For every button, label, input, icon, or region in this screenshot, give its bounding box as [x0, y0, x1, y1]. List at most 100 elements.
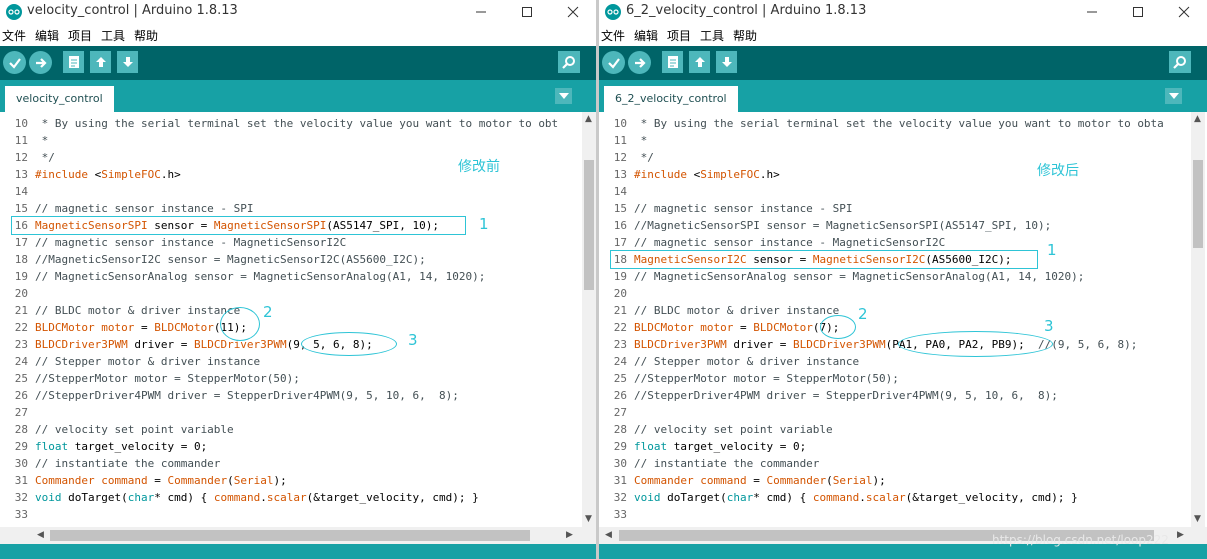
horizontal-scroll-thumb[interactable]	[50, 530, 530, 541]
code-editor[interactable]: 10 * By using the serial terminal set th…	[599, 112, 1191, 527]
annotation-after: 修改后	[1037, 163, 1079, 179]
upload-arrow-icon[interactable]	[29, 51, 52, 74]
maximize-button[interactable]	[1115, 0, 1161, 24]
marker-3: 3	[408, 331, 418, 349]
code-token: // MagneticSensorAnalog sensor = Magneti…	[35, 270, 486, 283]
code-token: // Stepper motor & driver instance	[35, 355, 261, 368]
code-text: // instantiate the commander	[35, 455, 220, 472]
code-line: 13 #include <SimpleFOC.h>	[599, 166, 1191, 183]
line-number: 31	[14, 474, 28, 487]
code-text: //MagneticSensorSPI sensor = MagneticSen…	[634, 217, 1051, 234]
scroll-right-icon[interactable]: ▶	[1177, 530, 1184, 540]
close-button[interactable]	[1161, 0, 1207, 24]
code-token: .h>	[759, 168, 780, 181]
code-token: doTarget(	[660, 491, 727, 504]
menu-help[interactable]: 帮助	[134, 27, 158, 44]
line-number: 33	[14, 508, 28, 521]
verify-icon[interactable]	[602, 51, 625, 74]
new-sketch-icon[interactable]	[662, 51, 683, 73]
line-number: 29	[14, 440, 28, 453]
scroll-down-icon[interactable]: ▼	[585, 514, 592, 524]
scroll-left-icon[interactable]: ◀	[605, 530, 612, 540]
scroll-right-icon[interactable]: ▶	[566, 530, 573, 540]
code-token: #include	[35, 168, 88, 181]
maximize-button[interactable]	[504, 0, 550, 24]
upload-arrow-icon[interactable]	[628, 51, 651, 74]
new-sketch-icon[interactable]	[63, 51, 84, 73]
marker-3: 3	[1044, 317, 1054, 335]
code-line: 32 void doTarget(char* cmd) { command.sca…	[0, 489, 582, 506]
scroll-left-icon[interactable]: ◀	[37, 530, 44, 540]
code-text: // magnetic sensor instance - MagneticSe…	[35, 234, 346, 251]
serial-monitor-icon[interactable]	[1169, 51, 1191, 73]
menu-file[interactable]: 文件	[2, 27, 26, 44]
tab-sketch[interactable]: velocity_control	[5, 86, 114, 112]
menu-sketch[interactable]: 项目	[667, 27, 691, 44]
line-number: 10	[613, 117, 627, 130]
code-token: char	[726, 491, 754, 504]
menu-tools[interactable]: 工具	[101, 27, 125, 44]
code-token: );	[273, 474, 287, 487]
save-sketch-icon[interactable]	[716, 51, 737, 73]
line-number: 18	[14, 253, 28, 266]
tab-bar: velocity_control	[0, 80, 596, 112]
highlight-oval-pole-pairs	[220, 307, 260, 341]
code-token: motor	[101, 321, 135, 334]
open-sketch-icon[interactable]	[689, 51, 710, 73]
close-button[interactable]	[550, 0, 596, 24]
menu-help[interactable]: 帮助	[733, 27, 757, 44]
scroll-down-icon[interactable]: ▼	[1194, 514, 1201, 524]
vertical-scrollbar[interactable]: ▲ ▼	[582, 112, 596, 527]
minimize-button[interactable]	[458, 0, 504, 24]
line-number: 26	[613, 389, 627, 402]
menu-edit[interactable]: 编辑	[634, 27, 658, 44]
tab-menu-chevron-down-icon[interactable]	[555, 88, 572, 104]
line-number: 11	[613, 134, 627, 147]
line-number: 33	[613, 508, 627, 521]
code-token: <	[87, 168, 102, 181]
line-number: 13	[14, 168, 28, 181]
tab-sketch[interactable]: 6_2_velocity_control	[604, 86, 738, 112]
line-number: 14	[14, 185, 28, 198]
code-token: // magnetic sensor instance - MagneticSe…	[35, 236, 347, 249]
code-token: (	[826, 474, 833, 487]
menu-tools[interactable]: 工具	[700, 27, 724, 44]
code-token: (	[227, 474, 234, 487]
horizontal-scrollbar[interactable]: ◀ ▶	[0, 527, 596, 544]
code-token: Commander	[634, 474, 694, 487]
code-line: 30 // instantiate the commander	[599, 455, 1191, 472]
code-token: .h>	[160, 168, 181, 181]
scroll-up-icon[interactable]: ▲	[585, 114, 592, 124]
code-line: 21 // BLDC motor & driver instance	[599, 302, 1191, 319]
scroll-up-icon[interactable]: ▲	[1194, 114, 1201, 124]
code-line: 29 float target_velocity = 0;	[599, 438, 1191, 455]
code-line: 24 // Stepper motor & driver instance	[0, 353, 582, 370]
vertical-scroll-thumb[interactable]	[584, 160, 594, 290]
code-line: 17 // magnetic sensor instance - Magnetic…	[0, 234, 582, 251]
code-line: 14	[599, 183, 1191, 200]
vertical-scrollbar[interactable]: ▲ ▼	[1191, 112, 1205, 527]
code-token: scalar	[865, 491, 906, 504]
menu-file[interactable]: 文件	[601, 27, 625, 44]
code-text: // magnetic sensor instance - MagneticSe…	[634, 234, 945, 251]
code-line: 19 // MagneticSensorAnalog sensor = Magne…	[599, 268, 1191, 285]
menu-edit[interactable]: 编辑	[35, 27, 59, 44]
verify-icon[interactable]	[3, 51, 26, 74]
code-token: target_velocity = 0;	[667, 440, 807, 453]
minimize-button[interactable]	[1069, 0, 1115, 24]
serial-monitor-icon[interactable]	[558, 51, 580, 73]
line-number: 26	[14, 389, 28, 402]
menu-sketch[interactable]: 项目	[68, 27, 92, 44]
code-token: .	[859, 491, 866, 504]
vertical-scroll-thumb[interactable]	[1193, 160, 1203, 248]
save-sketch-icon[interactable]	[117, 51, 138, 73]
code-line: 31 Commander command = Commander(Serial);	[0, 472, 582, 489]
code-text: // magnetic sensor instance - SPI	[634, 200, 853, 217]
tab-menu-chevron-down-icon[interactable]	[1165, 88, 1182, 104]
code-line: 24 // Stepper motor & driver instance	[599, 353, 1191, 370]
marker-2: 2	[858, 305, 868, 323]
open-sketch-icon[interactable]	[90, 51, 111, 73]
code-line: 12 */	[599, 149, 1191, 166]
code-line: 32 void doTarget(char* cmd) { command.sca…	[599, 489, 1191, 506]
code-token: target_velocity = 0;	[68, 440, 208, 453]
